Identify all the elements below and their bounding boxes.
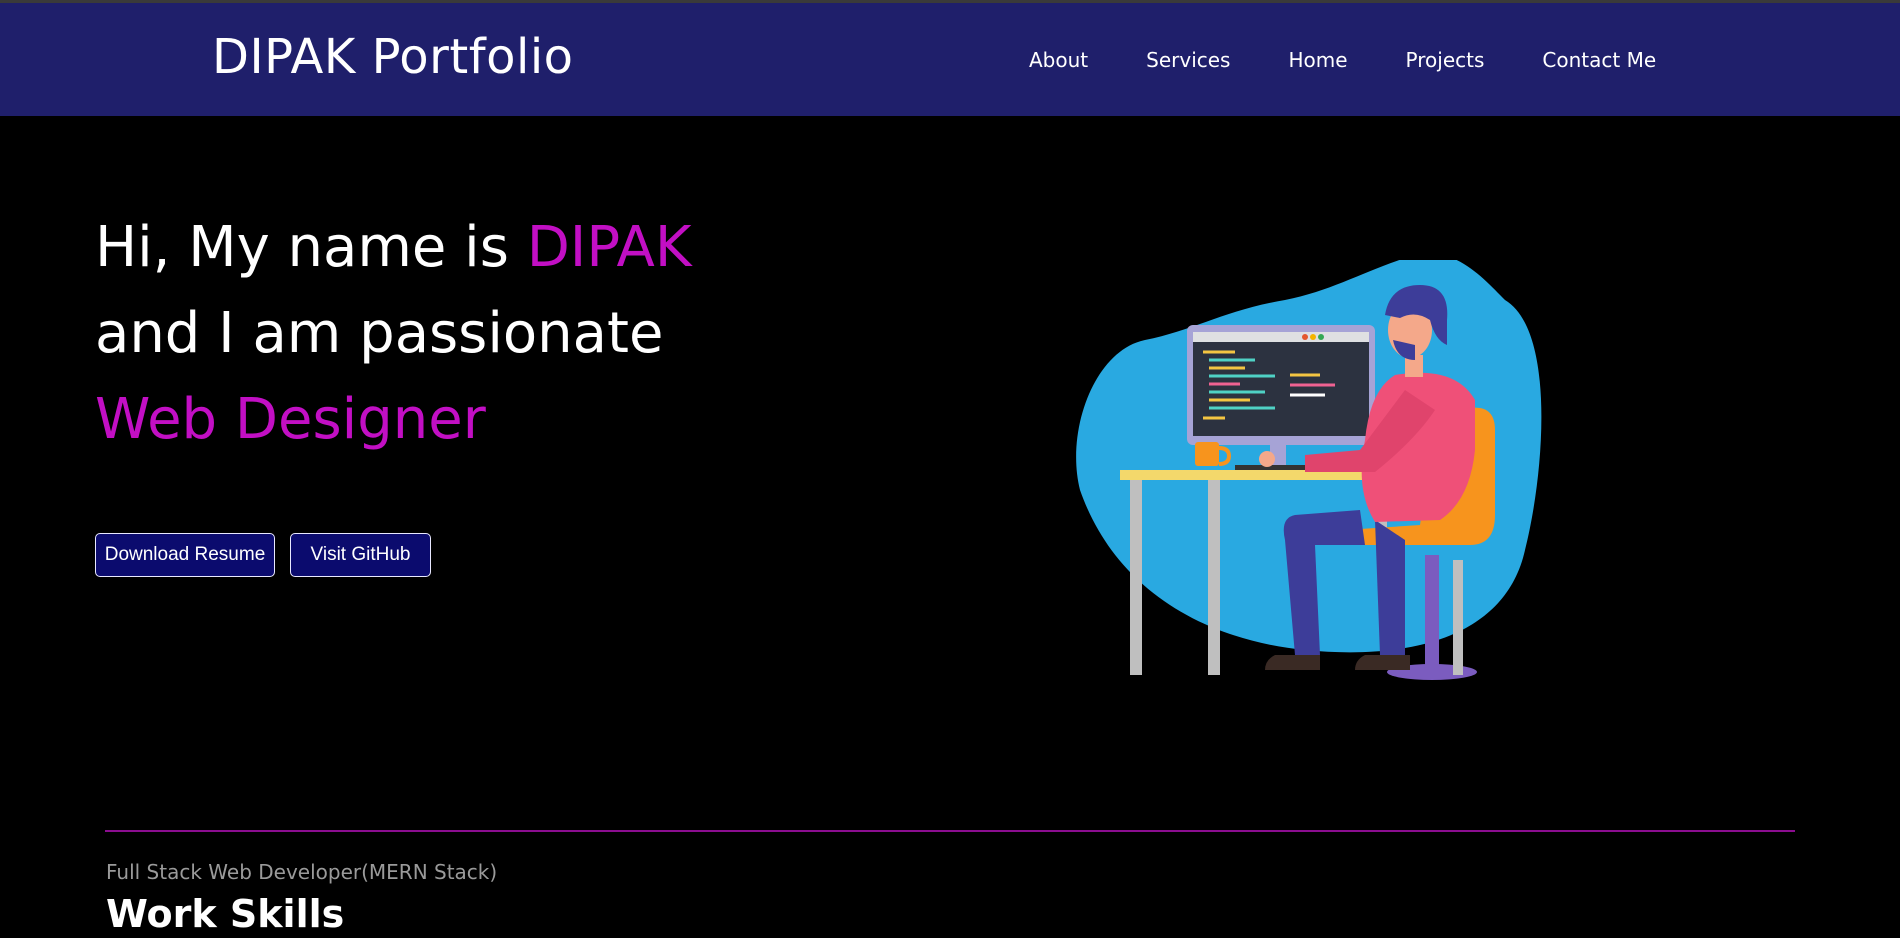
shoe-right xyxy=(1355,655,1410,670)
hero-line-2: and I am passionate xyxy=(95,301,664,366)
nav-link-contact[interactable]: Contact Me xyxy=(1542,48,1656,72)
visit-github-button[interactable]: Visit GitHub xyxy=(290,533,431,577)
chair-leg xyxy=(1453,560,1463,675)
mug xyxy=(1195,442,1219,466)
desk-leg-middle xyxy=(1208,480,1220,675)
nav-link-services[interactable]: Services xyxy=(1146,48,1230,72)
hero-greeting: Hi, My name is xyxy=(95,215,527,280)
nav-link-projects[interactable]: Projects xyxy=(1406,48,1485,72)
nav-link-home[interactable]: Home xyxy=(1288,48,1347,72)
desk-leg-left xyxy=(1130,480,1142,675)
hero-heading: Hi, My name is DIPAK and I am passionate… xyxy=(95,205,692,463)
developer-at-desk-illustration xyxy=(1076,260,1542,680)
hero-role: Web Designer xyxy=(95,387,486,452)
brand-logo[interactable]: DIPAK Portfolio xyxy=(212,29,574,85)
skills-title: Work Skills xyxy=(106,892,345,936)
hero-line-1: Hi, My name is DIPAK xyxy=(95,205,692,291)
main-nav: About Services Home Projects Contact Me xyxy=(1029,48,1656,72)
person-hand xyxy=(1259,451,1275,467)
shoe-left xyxy=(1265,655,1320,670)
navbar: DIPAK Portfolio About Services Home Proj… xyxy=(0,3,1900,116)
skills-subtitle: Full Stack Web Developer(MERN Stack) xyxy=(106,860,498,884)
section-divider xyxy=(105,830,1795,832)
chair-pole xyxy=(1425,555,1439,670)
hero-name: DIPAK xyxy=(526,215,692,280)
nav-link-about[interactable]: About xyxy=(1029,48,1088,72)
download-resume-button[interactable]: Download Resume xyxy=(95,533,275,577)
